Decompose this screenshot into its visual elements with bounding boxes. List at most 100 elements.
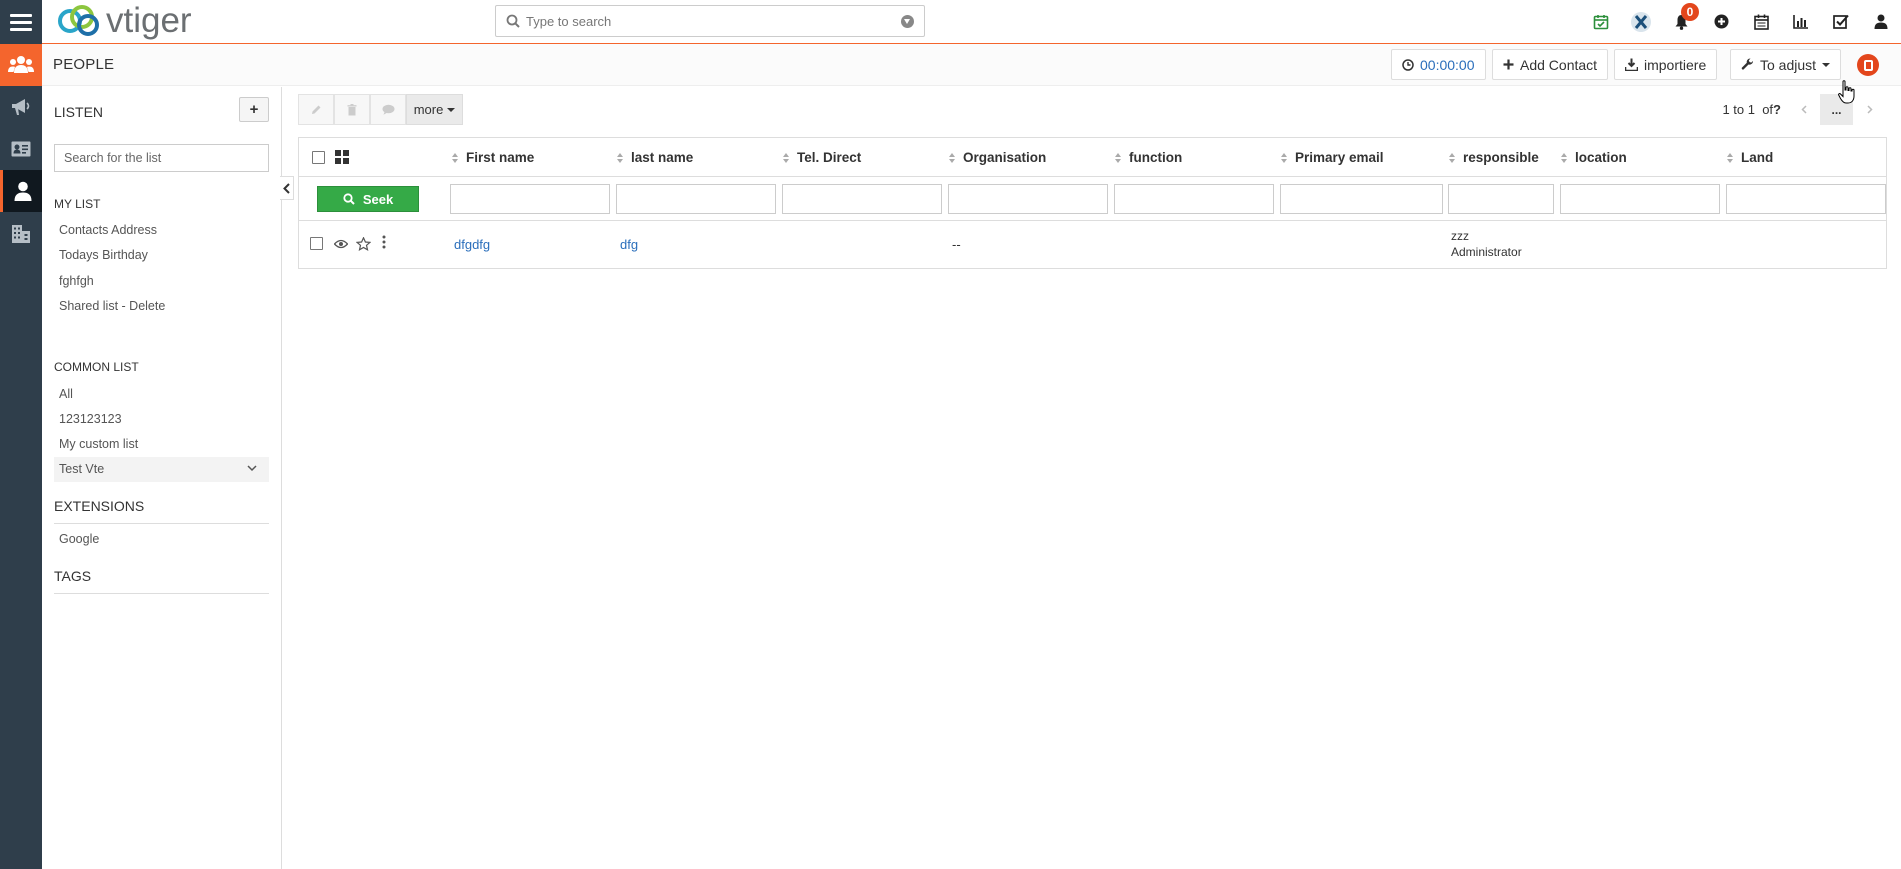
plus-circle-icon[interactable] [1701, 0, 1741, 43]
prev-page-button[interactable] [1787, 94, 1820, 125]
filter-location[interactable] [1560, 184, 1720, 214]
vtiger-x-icon[interactable] [1621, 0, 1661, 43]
chevron-down-icon [447, 107, 456, 112]
divider [54, 523, 269, 524]
vtiger-logo[interactable]: vtiger [56, 2, 192, 40]
rail-sales[interactable] [0, 128, 42, 170]
checkbox-icon[interactable] [1821, 0, 1861, 43]
list-item[interactable]: 123123123 [54, 407, 269, 432]
filter-primary-email[interactable] [1280, 184, 1443, 214]
person-icon [14, 181, 31, 201]
list-actions: more [298, 94, 463, 125]
search-icon [506, 14, 520, 28]
list-item-selected[interactable]: Test Vte [54, 457, 269, 482]
chevron-down-icon [1822, 62, 1831, 67]
adjust-label: To adjust [1760, 56, 1817, 73]
next-page-button[interactable] [1853, 94, 1886, 125]
seek-button[interactable]: Seek [317, 186, 419, 212]
list-item[interactable]: Shared list - Delete [54, 294, 269, 319]
list-item[interactable]: All [54, 382, 269, 407]
rail-organisations[interactable] [0, 212, 42, 254]
list-item[interactable]: Todays Birthday [54, 243, 269, 268]
column-label: First name [466, 150, 535, 165]
extension-google[interactable]: Google [54, 527, 269, 552]
calendar-check-icon[interactable] [1581, 0, 1621, 43]
eye-icon[interactable] [334, 239, 348, 249]
module-header: PEOPLE 00:00:00 Add Contact importiere T… [42, 44, 1901, 86]
column-function[interactable]: function [1115, 138, 1182, 178]
bell-icon[interactable]: 0 [1661, 0, 1701, 43]
column-responsible[interactable]: responsible [1449, 138, 1539, 178]
calendar-icon[interactable] [1741, 0, 1781, 43]
more-dropdown[interactable]: more [406, 94, 463, 125]
column-primary-email[interactable]: Primary email [1281, 138, 1384, 178]
delete-button[interactable] [334, 94, 370, 125]
filter-last-name[interactable] [616, 184, 776, 214]
of-text: of [1762, 102, 1774, 117]
last-name-link[interactable]: dfg [620, 237, 638, 252]
page-title: PEOPLE [53, 56, 115, 73]
grid-icon[interactable] [335, 150, 349, 164]
filter-function[interactable] [1114, 184, 1274, 214]
import-label: importiere [1644, 56, 1707, 73]
more-vertical-icon[interactable] [382, 235, 386, 249]
list-item[interactable]: Contacts Address [54, 218, 269, 243]
filter-tel-direct[interactable] [782, 184, 942, 214]
tags-heading: TAGS [54, 568, 92, 584]
filter-responsible[interactable] [1448, 184, 1554, 214]
column-tel-direct[interactable]: Tel. Direct [783, 138, 861, 178]
sort-icon [1449, 153, 1455, 163]
logo-text: vtiger [106, 1, 192, 40]
filter-organisation[interactable] [948, 184, 1108, 214]
timer-button[interactable]: 00:00:00 [1391, 49, 1486, 80]
close-module-button[interactable] [1857, 54, 1879, 76]
list-search-input[interactable] [54, 144, 269, 172]
star-icon[interactable] [356, 237, 371, 251]
list-item[interactable]: fghfgh [54, 269, 269, 294]
column-first-name[interactable]: First name [452, 138, 534, 178]
seek-label: Seek [362, 191, 394, 207]
filter-first-name[interactable] [450, 184, 610, 214]
user-icon[interactable] [1861, 0, 1901, 43]
edit-button[interactable] [298, 94, 334, 125]
organisation-cell: -- [952, 237, 961, 252]
add-list-button[interactable]: + [239, 97, 269, 122]
bar-chart-icon[interactable] [1781, 0, 1821, 43]
lists-heading: LISTEN [54, 104, 104, 120]
filter-row: Seek [298, 177, 1887, 220]
trash-icon [347, 103, 357, 115]
common-list-heading: COMMON LIST [54, 360, 139, 374]
responsible-role: Administrator [1451, 245, 1522, 259]
global-search-input[interactable] [526, 10, 886, 32]
app-rail [0, 44, 42, 869]
extensions-heading: EXTENSIONS [54, 498, 145, 514]
first-name-link[interactable]: dfgdfg [454, 237, 490, 252]
row-checkbox[interactable] [310, 237, 323, 250]
rail-marketing[interactable] [0, 86, 42, 128]
pencil-icon [311, 105, 320, 114]
chevron-right-icon [1866, 105, 1873, 114]
responsible-user: zzz [1451, 229, 1469, 243]
menu-icon[interactable] [0, 0, 42, 44]
column-land[interactable]: Land [1727, 138, 1773, 178]
global-search[interactable] [495, 5, 925, 37]
column-last-name[interactable]: last name [617, 138, 693, 178]
search-options-icon[interactable] [901, 15, 914, 28]
column-location[interactable]: location [1561, 138, 1627, 178]
rail-contacts[interactable] [0, 44, 42, 86]
total-count[interactable]: ? [1773, 102, 1781, 117]
adjust-dropdown[interactable]: To adjust [1730, 49, 1842, 80]
select-all-checkbox[interactable] [312, 151, 325, 164]
comment-button[interactable] [370, 94, 406, 125]
import-button[interactable]: importiere [1614, 49, 1718, 80]
collapse-sidebar-button[interactable] [280, 176, 294, 200]
rail-people[interactable] [0, 170, 42, 212]
chevron-down-icon[interactable] [247, 465, 257, 472]
add-contact-button[interactable]: Add Contact [1492, 49, 1609, 80]
column-organisation[interactable]: Organisation [949, 138, 1046, 178]
filter-land[interactable] [1726, 184, 1886, 214]
table-row[interactable]: dfgdfg dfg -- zzz Administrator [298, 220, 1887, 269]
chevron-left-icon [1800, 105, 1807, 114]
table-header: First name last name Tel. Direct Organis… [298, 137, 1887, 177]
list-item[interactable]: My custom list [54, 432, 269, 457]
